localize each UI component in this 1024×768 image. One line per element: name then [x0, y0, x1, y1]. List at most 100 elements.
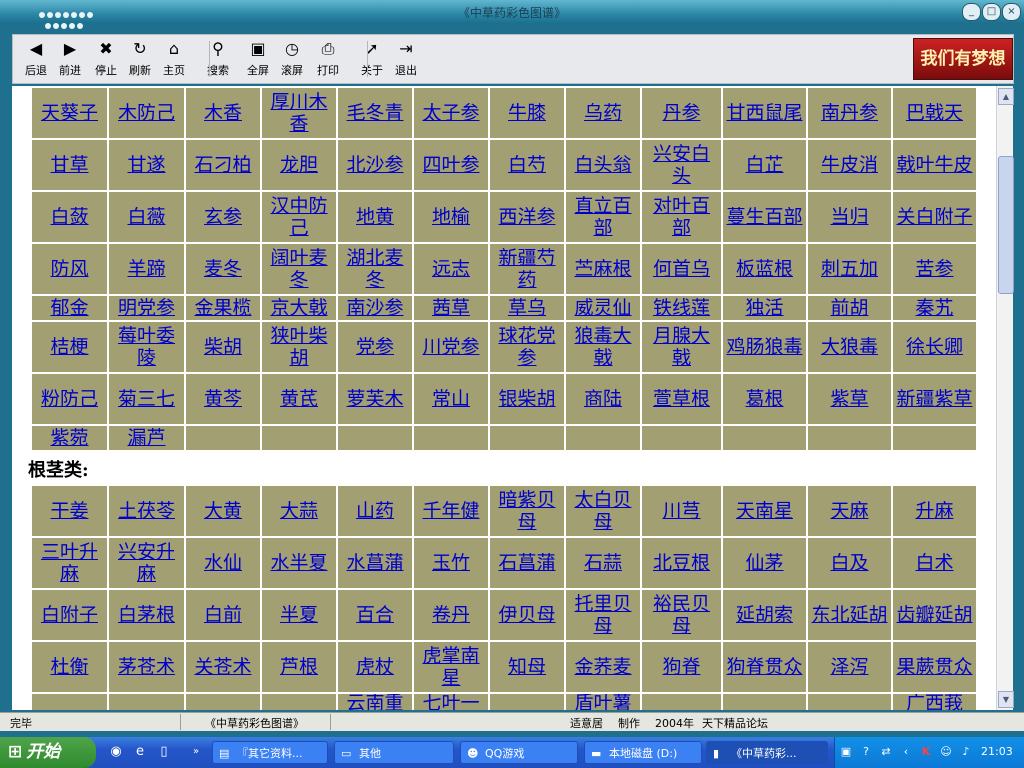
- herb-link[interactable]: 金荞麦: [574, 656, 631, 678]
- toolbar-button-forward-arrow[interactable]: ▶ 前进: [53, 39, 87, 81]
- herb-link[interactable]: 银柴胡: [498, 388, 555, 410]
- herb-link[interactable]: 新疆紫草: [896, 388, 972, 410]
- herb-link[interactable]: 北沙参: [346, 154, 403, 176]
- herb-link[interactable]: 地黄: [356, 206, 394, 228]
- toolbar-button-printer[interactable]: ⎙ 打印: [311, 39, 345, 81]
- herb-link[interactable]: 月腺大戟: [645, 325, 718, 369]
- herb-link[interactable]: 杜衡: [50, 656, 88, 678]
- toolbar-button-home[interactable]: ⌂ 主页: [157, 39, 191, 81]
- herb-link[interactable]: 球花党参: [493, 325, 561, 369]
- herb-link[interactable]: 七叶一: [422, 695, 479, 710]
- herb-link[interactable]: 水菖蒲: [346, 552, 403, 574]
- herb-link[interactable]: 盾叶薯: [574, 695, 631, 710]
- herb-link[interactable]: 粉防己: [41, 388, 98, 410]
- herb-link[interactable]: 京大戟: [270, 297, 327, 319]
- herb-link[interactable]: 延胡索: [736, 604, 793, 626]
- herb-link[interactable]: 白前: [204, 604, 242, 626]
- herb-link[interactable]: 威灵仙: [574, 297, 631, 319]
- herb-link[interactable]: 麦冬: [204, 258, 242, 280]
- herb-link[interactable]: 何首乌: [653, 258, 710, 280]
- quicklaunch-firefox-icon[interactable]: ◉: [108, 744, 124, 760]
- maximize-button[interactable]: □: [982, 3, 1001, 21]
- herb-link[interactable]: 太子参: [422, 102, 479, 124]
- herb-link[interactable]: 戟叶牛皮: [896, 154, 972, 176]
- taskbar-button[interactable]: ▭ 其他: [334, 741, 454, 764]
- herb-link[interactable]: 柴胡: [204, 336, 242, 358]
- herb-link[interactable]: 百合: [356, 604, 394, 626]
- herb-link[interactable]: 天南星: [736, 500, 793, 522]
- herb-link[interactable]: 牛皮消: [821, 154, 878, 176]
- herb-link[interactable]: 阔叶麦冬: [265, 247, 333, 291]
- herb-link[interactable]: 白茅根: [118, 604, 175, 626]
- title-bar[interactable]: 《中草药彩色图谱》 _ □ ×: [0, 0, 1024, 29]
- herb-link[interactable]: 莓叶委陵: [112, 325, 181, 369]
- herb-link[interactable]: 甘西鼠尾: [726, 102, 802, 124]
- herb-link[interactable]: 甘遂: [127, 154, 165, 176]
- quicklaunch-ie-icon[interactable]: e: [132, 744, 148, 760]
- herb-link[interactable]: 玄参: [204, 206, 242, 228]
- herb-link[interactable]: 川党参: [422, 336, 479, 358]
- herb-link[interactable]: 紫草: [830, 388, 868, 410]
- herb-link[interactable]: 白头翁: [574, 154, 631, 176]
- herb-link[interactable]: 汉中防己: [265, 195, 333, 239]
- herb-link[interactable]: 广西莪: [906, 695, 963, 710]
- herb-link[interactable]: 虎掌南星: [417, 645, 485, 689]
- herb-link[interactable]: 齿瓣延胡: [896, 604, 972, 626]
- herb-link[interactable]: 桔梗: [50, 336, 88, 358]
- toolbar-button-exit[interactable]: ⇥ 退出: [389, 39, 423, 81]
- herb-link[interactable]: 狗脊贯众: [726, 656, 802, 678]
- herb-link[interactable]: 白薇: [127, 206, 165, 228]
- herb-link[interactable]: 菊三七: [118, 388, 175, 410]
- herb-link[interactable]: 四叶参: [422, 154, 479, 176]
- herb-link[interactable]: 牛膝: [508, 102, 546, 124]
- herb-link[interactable]: 裕民贝母: [645, 593, 718, 637]
- herb-link[interactable]: 知母: [508, 656, 546, 678]
- herb-link[interactable]: 白蔹: [50, 206, 88, 228]
- herb-link[interactable]: 草乌: [508, 297, 546, 319]
- herb-link[interactable]: 秦艽: [915, 297, 953, 319]
- herb-link[interactable]: 兴安升麻: [112, 541, 181, 585]
- herb-link[interactable]: 南丹参: [821, 102, 878, 124]
- tray-app-icon[interactable]: ▣: [839, 745, 853, 759]
- herb-link[interactable]: 天麻: [830, 500, 868, 522]
- herb-link[interactable]: 郁金: [50, 297, 88, 319]
- toolbar-button-about-cursor[interactable]: ➚ 关于: [355, 39, 389, 81]
- herb-link[interactable]: 黄芪: [280, 388, 318, 410]
- herb-link[interactable]: 白附子: [41, 604, 98, 626]
- tray-volume-icon[interactable]: ♪: [959, 745, 973, 759]
- herb-link[interactable]: 常山: [432, 388, 470, 410]
- herb-link[interactable]: 伊贝母: [498, 604, 555, 626]
- herb-link[interactable]: 厚川木香: [265, 91, 333, 135]
- scroll-thumb[interactable]: [998, 156, 1014, 294]
- herb-link[interactable]: 大蒜: [280, 500, 318, 522]
- taskbar-button[interactable]: ▬ 本地磁盘 (D:): [584, 741, 702, 764]
- toolbar-button-search[interactable]: ⚲ 搜索: [201, 39, 235, 81]
- herb-link[interactable]: 远志: [432, 258, 470, 280]
- tray-k-icon[interactable]: K: [919, 745, 933, 759]
- scroll-down-icon[interactable]: ▼: [998, 691, 1014, 708]
- herb-link[interactable]: 独活: [745, 297, 783, 319]
- herb-link[interactable]: 白芷: [745, 154, 783, 176]
- herb-link[interactable]: 兴安白头: [645, 143, 718, 187]
- herb-link[interactable]: 乌药: [584, 102, 622, 124]
- herb-link[interactable]: 金果榄: [194, 297, 251, 319]
- toolbar-button-back-arrow[interactable]: ◀ 后退: [19, 39, 53, 81]
- herb-link[interactable]: 前胡: [830, 297, 868, 319]
- toolbar-button-refresh[interactable]: ↻ 刷新: [123, 39, 157, 81]
- herb-link[interactable]: 徐长卿: [906, 336, 963, 358]
- tray-arrow-icon[interactable]: ‹: [899, 745, 913, 759]
- quicklaunch-app-icon[interactable]: ▯: [156, 744, 172, 760]
- herb-link[interactable]: 干姜: [50, 500, 88, 522]
- herb-link[interactable]: 萱草根: [653, 388, 710, 410]
- herb-link[interactable]: 明党参: [118, 297, 175, 319]
- herb-link[interactable]: 暗紫贝母: [493, 489, 561, 533]
- herb-link[interactable]: 黄芩: [204, 388, 242, 410]
- herb-link[interactable]: 升麻: [915, 500, 953, 522]
- herb-link[interactable]: 漏芦: [127, 427, 165, 449]
- herb-link[interactable]: 大狼毒: [821, 336, 878, 358]
- herb-link[interactable]: 狗脊: [662, 656, 700, 678]
- herb-link[interactable]: 白及: [830, 552, 868, 574]
- herb-link[interactable]: 北豆根: [653, 552, 710, 574]
- toolbar-button-scroll[interactable]: ◷ 滚屏: [275, 39, 309, 81]
- herb-link[interactable]: 玉竹: [432, 552, 470, 574]
